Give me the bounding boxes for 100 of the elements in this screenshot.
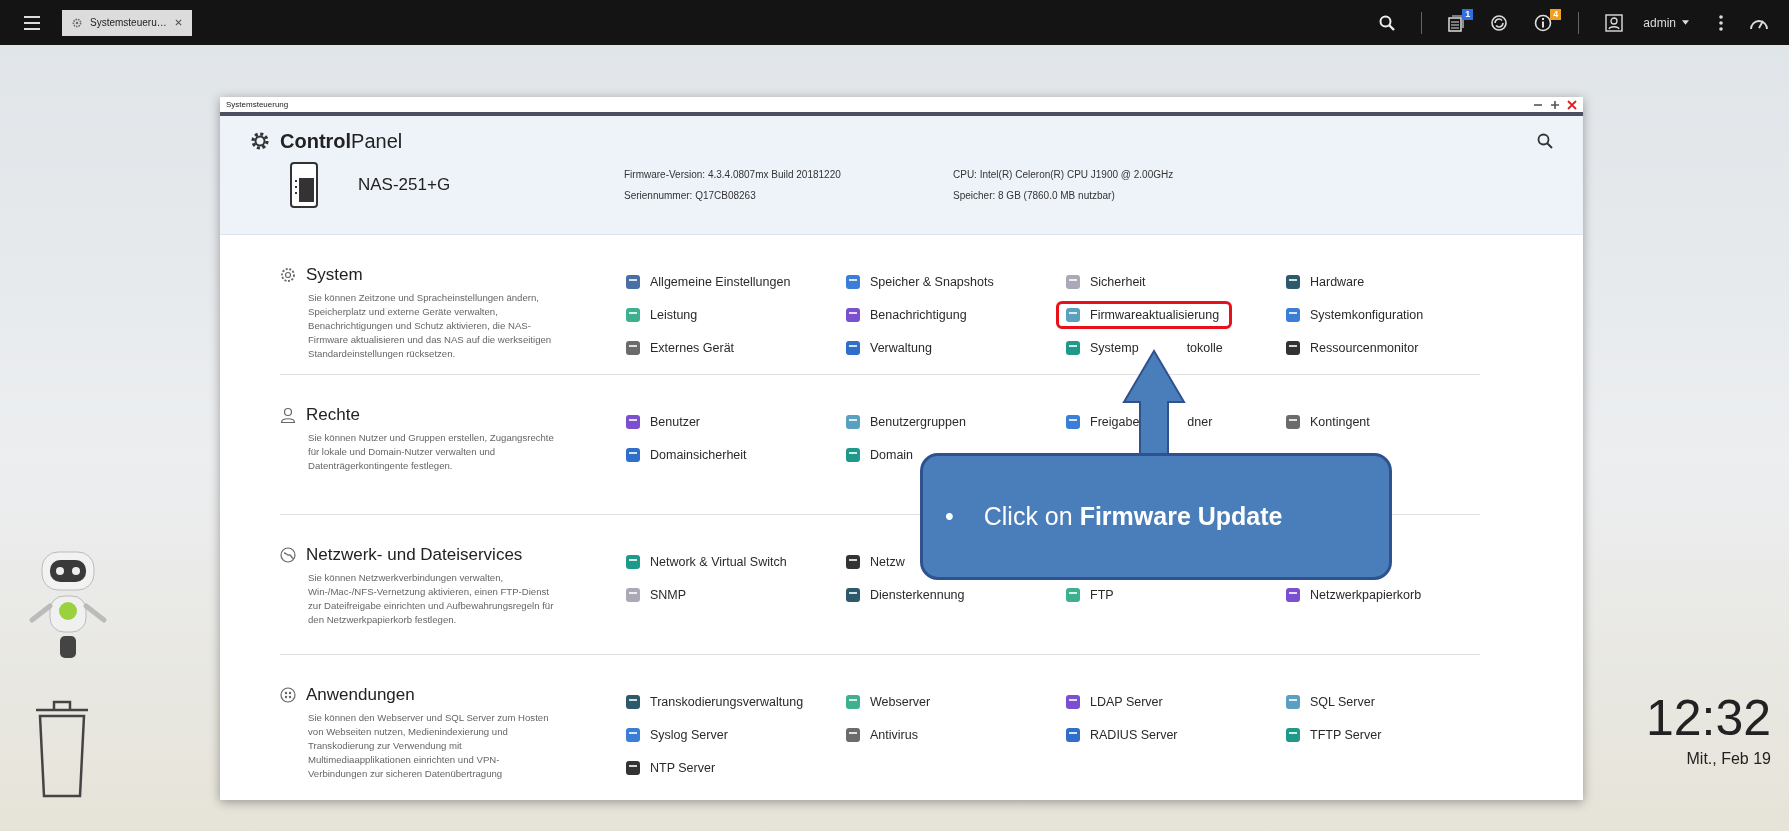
settings-item[interactable]: Ressourcenmonitor: [1276, 333, 1428, 362]
app-icon: [1285, 306, 1301, 323]
app-icon: [845, 273, 861, 290]
settings-item-label: tokolle: [1186, 340, 1223, 355]
app-icon: [845, 306, 861, 323]
app-icon: [1285, 586, 1301, 603]
clock-date: Mit., Feb 19: [1685, 750, 1771, 768]
app-icon: [625, 586, 641, 603]
settings-item[interactable]: Network & Virtual Switch: [616, 547, 796, 576]
search-icon[interactable]: [1379, 14, 1396, 31]
app-tab[interactable]: Systemsteueru…: [62, 9, 192, 36]
clock-time: 12:32: [1645, 690, 1771, 746]
section-description: Sie können Netzwerkverbindungen verwalten, Win-/Mac-/NFS-Vernetzung aktivieren, einen FTP-Dienst zur Dateifreigabe einrichten und Aufbewahrungsregeln für den Netzwerkpapierkorb festlegen.: [308, 571, 555, 627]
app-icon: [625, 693, 641, 710]
gear-icon: [280, 267, 296, 283]
app-icon: [1285, 339, 1301, 356]
settings-item[interactable]: Domainsicherheit: [616, 440, 756, 469]
app-icon: [845, 693, 861, 710]
settings-item[interactable]: FTP: [1056, 580, 1123, 609]
settings-item[interactable]: Sicherheit: [1056, 267, 1155, 296]
settings-item[interactable]: Allgemeine Einstellungen: [616, 267, 800, 296]
app-icon: [1285, 413, 1301, 430]
settings-item[interactable]: NTP Server: [616, 753, 725, 782]
device-info-text: Speicher: 8 GB (7860.0 MB nutzbar): [953, 190, 1116, 201]
settings-item[interactable]: Diensterkennung: [836, 580, 974, 609]
close-icon[interactable]: [174, 19, 182, 26]
maximize-icon[interactable]: [1550, 99, 1560, 110]
settings-item[interactable]: SNMP: [616, 580, 696, 609]
user-menu-button[interactable]: admin: [1639, 13, 1693, 32]
settings-item[interactable]: Freigabe dner: [1056, 407, 1222, 436]
section-title: Netzwerk- und Dateiservices: [306, 545, 523, 565]
gear-icon: [250, 131, 270, 151]
settings-item[interactable]: Speicher & Snapshots: [836, 267, 1003, 296]
app-icon: [625, 553, 641, 570]
globe-icon: [280, 547, 296, 563]
settings-item[interactable]: Netzwerkpapierkorb: [1276, 580, 1431, 609]
settings-item[interactable]: Antivirus: [836, 720, 927, 749]
app-icon: [1065, 306, 1081, 323]
document-stack-icon[interactable]: [1448, 13, 1465, 32]
settings-item[interactable]: LDAP Server: [1056, 687, 1172, 716]
app-icon: [845, 553, 861, 570]
app-icon: [625, 446, 641, 463]
section-title: System: [306, 265, 363, 285]
settings-item[interactable]: Verwaltung: [836, 333, 941, 362]
callout-text: Click on Firmware Update: [983, 502, 1283, 531]
app-icon: [625, 306, 641, 323]
settings-item[interactable]: Kontingent: [1276, 407, 1379, 436]
settings-item[interactable]: Domain: [836, 440, 923, 469]
tab-label: Systemsteueru…: [90, 17, 167, 28]
section-title: Rechte: [306, 405, 360, 425]
settings-item-label: dner: [1187, 414, 1213, 429]
settings-item[interactable]: SQL Server: [1276, 687, 1384, 716]
app-icon: [845, 339, 861, 356]
section-description: Sie können Nutzer und Gruppen erstellen, Zugangsrechte für lokale und Domain-Nutzer verwalten und Datenträgerkontingente festlegen.: [308, 431, 555, 473]
settings-item[interactable]: Webserver: [836, 687, 940, 716]
grid-icon: [280, 687, 296, 703]
settings-item[interactable]: Benachrichtigung: [836, 300, 976, 329]
settings-item[interactable]: Syslog Server: [616, 720, 737, 749]
menu-icon[interactable]: [24, 15, 40, 30]
app-icon: [1285, 693, 1301, 710]
nas-device-icon: [290, 162, 318, 208]
device-info-text: CPU: Intel(R) Celeron(R) CPU J1900 @ 2.00GHz: [953, 169, 1174, 180]
bullet-mark: •: [945, 502, 954, 531]
app-icon: [625, 413, 641, 430]
settings-item[interactable]: Benutzer: [616, 407, 710, 436]
device-info-text: Seriennummer: Q17CB08263: [624, 190, 757, 201]
close-icon[interactable]: [1567, 99, 1577, 110]
settings-item[interactable]: Hardware: [1276, 267, 1374, 296]
settings-item[interactable]: TFTP Server: [1276, 720, 1391, 749]
app-icon: [1065, 726, 1081, 743]
settings-item[interactable]: Externes Gerät: [616, 333, 744, 362]
settings-item[interactable]: Leistung: [616, 300, 707, 329]
settings-item[interactable]: Systemkonfiguration: [1276, 300, 1433, 329]
info-icon[interactable]: [1534, 13, 1553, 32]
section-description: Sie können Zeitzone und Spracheinstellungen ändern, Speicherplatz und externe Geräte verwalten, Benachrichtigungen und Schutz aktivieren, die NAS-Firmware aktualisieren und das NAS auf die werkseitigen Standardeinstellungen rücksetzen.: [308, 291, 553, 361]
app-icon: [625, 339, 641, 356]
app-icon: [625, 273, 641, 290]
app-icon: [1065, 413, 1081, 430]
more-icon[interactable]: [1719, 14, 1723, 31]
app-icon: [1065, 339, 1081, 356]
app-icon: [845, 586, 861, 603]
settings-item[interactable]: Systemp tokolle: [1056, 333, 1232, 362]
settings-item[interactable]: RADIUS Server: [1056, 720, 1187, 749]
device-info-text: Firmware-Version: 4.3.4.0807mx Build 20181220: [624, 169, 842, 180]
sync-icon[interactable]: [1490, 13, 1509, 32]
settings-item[interactable]: Transkodierungsverwaltung: [616, 687, 813, 716]
app-icon: [625, 726, 641, 743]
app-icon: [845, 726, 861, 743]
search-icon[interactable]: [1537, 133, 1553, 149]
caret-icon: [1682, 20, 1689, 25]
settings-item[interactable]: Netzw: [836, 547, 914, 576]
app-icon: [845, 446, 861, 463]
settings-item[interactable]: Firmwareaktualisierung: [1056, 300, 1233, 329]
user-icon[interactable]: [1605, 13, 1624, 32]
app-icon: [1285, 273, 1301, 290]
app-icon: [1065, 273, 1081, 290]
settings-item[interactable]: Benutzergruppen: [836, 407, 975, 436]
gear-icon: [72, 17, 82, 28]
device-name: NAS-251+G: [358, 175, 452, 195]
app-icon: [845, 413, 861, 430]
